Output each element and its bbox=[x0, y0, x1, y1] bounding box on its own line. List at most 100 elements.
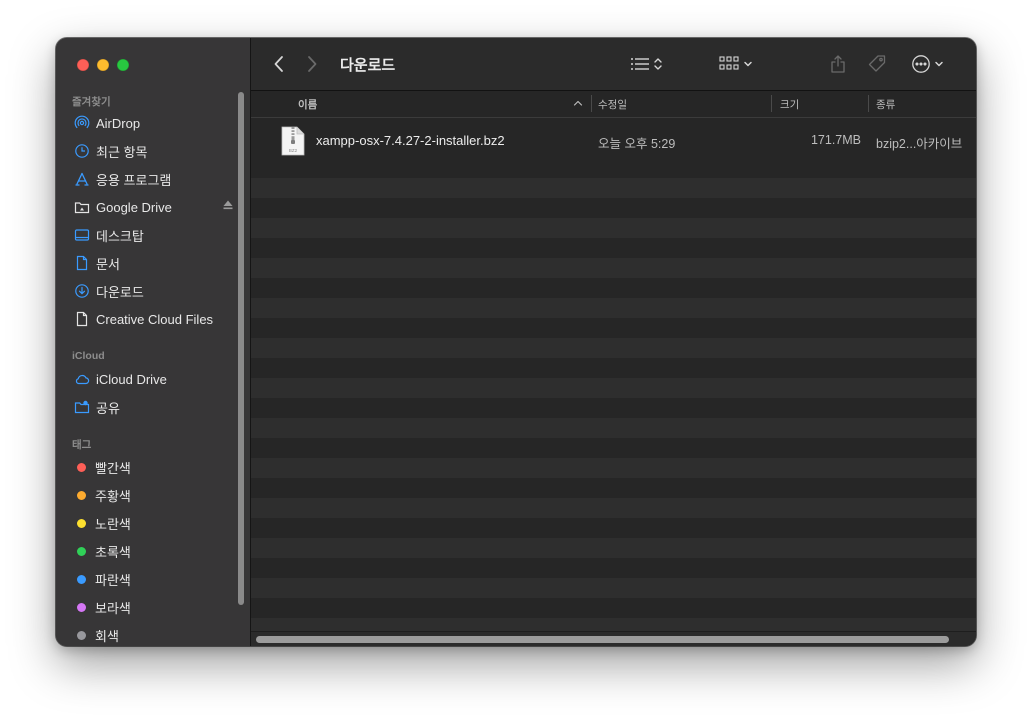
chevron-right-icon bbox=[308, 56, 317, 72]
file-icon bbox=[74, 311, 90, 327]
list-view-icon bbox=[631, 58, 649, 70]
tag-color-dot bbox=[77, 546, 86, 556]
clock-icon bbox=[74, 143, 90, 159]
tag-gray[interactable]: 회색 bbox=[74, 624, 234, 646]
table-row[interactable]: BZ2 xampp-osx-7.4.27-2-installer.bz2 오늘 … bbox=[251, 118, 976, 162]
sidebar-item-label: 응용 프로그램 bbox=[96, 172, 172, 188]
column-divider[interactable] bbox=[868, 95, 869, 112]
drive-folder-icon bbox=[74, 199, 90, 215]
finder-window: 즐겨찾기 AirDrop 최근 항목 응용 프로그램 Google Drive … bbox=[56, 38, 976, 646]
tag-blue[interactable]: 파란색 bbox=[74, 568, 234, 590]
toolbar: 다운로드 bbox=[251, 38, 976, 91]
sidebar-item-downloads[interactable]: 다운로드 bbox=[74, 280, 234, 302]
sidebar-item-label: 보라색 bbox=[95, 600, 131, 616]
file-list[interactable]: BZ2 xampp-osx-7.4.27-2-installer.bz2 오늘 … bbox=[251, 118, 976, 646]
sidebar-item-label: 주황색 bbox=[95, 488, 131, 504]
sidebar-item-google-drive[interactable]: Google Drive bbox=[74, 196, 234, 218]
zoom-window-button[interactable] bbox=[117, 59, 129, 71]
close-window-button[interactable] bbox=[77, 59, 89, 71]
sidebar-item-label: iCloud Drive bbox=[96, 371, 167, 387]
sidebar-item-label: Creative Cloud Files bbox=[96, 311, 214, 327]
window-controls bbox=[77, 59, 129, 71]
tag-purple[interactable]: 보라색 bbox=[74, 596, 234, 618]
tag-yellow[interactable]: 노란색 bbox=[74, 512, 234, 534]
share-button[interactable] bbox=[828, 52, 848, 76]
applications-icon bbox=[74, 171, 90, 187]
group-button[interactable] bbox=[717, 53, 755, 75]
main-content: 다운로드 이름 수정일 크기 종류 BZ2 xampp-osx-7.4.27-2… bbox=[251, 38, 976, 646]
tag-color-dot bbox=[77, 462, 86, 472]
chevron-left-icon bbox=[274, 56, 283, 72]
column-divider[interactable] bbox=[771, 95, 772, 112]
column-name-header[interactable]: 이름 bbox=[298, 97, 317, 112]
sidebar-item-airdrop[interactable]: AirDrop bbox=[74, 112, 234, 134]
file-name: xampp-osx-7.4.27-2-installer.bz2 bbox=[316, 133, 505, 148]
tag-color-dot bbox=[77, 630, 86, 640]
shared-folder-icon bbox=[74, 399, 90, 415]
file-size: 171.7MB bbox=[810, 133, 861, 147]
tag-button[interactable] bbox=[865, 52, 889, 76]
tag-color-dot bbox=[77, 490, 86, 500]
tag-color-dot bbox=[77, 518, 86, 528]
tag-icon bbox=[868, 55, 886, 72]
sidebar-item-label: 최근 항목 bbox=[96, 144, 148, 160]
column-kind-header[interactable]: 종류 bbox=[876, 97, 895, 112]
eject-icon[interactable] bbox=[222, 199, 234, 214]
sidebar-item-desktop[interactable]: 데스크탑 bbox=[74, 224, 234, 246]
up-down-chevron-icon bbox=[654, 58, 662, 70]
sidebar-list[interactable]: 즐겨찾기 AirDrop 최근 항목 응용 프로그램 Google Drive … bbox=[56, 88, 250, 646]
tags-section-title: 태그 bbox=[72, 439, 92, 451]
svg-text:BZ2: BZ2 bbox=[289, 148, 298, 153]
desktop-icon bbox=[74, 227, 90, 243]
sidebar-item-label: 노란색 bbox=[95, 516, 131, 532]
sidebar-item-label: 파란색 bbox=[95, 572, 131, 588]
ellipsis-circle-icon bbox=[911, 55, 930, 73]
tag-red[interactable]: 빨간색 bbox=[74, 456, 234, 478]
more-actions-button[interactable] bbox=[907, 52, 947, 76]
column-size-header[interactable]: 크기 bbox=[780, 97, 799, 112]
sidebar-item-label: 문서 bbox=[96, 256, 120, 272]
icloud-section-title: iCloud bbox=[72, 350, 105, 362]
tag-color-dot bbox=[77, 574, 86, 584]
favorites-section-title: 즐겨찾기 bbox=[72, 96, 111, 108]
sidebar: 즐겨찾기 AirDrop 최근 항목 응용 프로그램 Google Drive … bbox=[56, 38, 251, 646]
horizontal-scroll-thumb[interactable] bbox=[256, 636, 949, 643]
row-stripes bbox=[251, 118, 976, 646]
chevron-down-icon bbox=[934, 61, 943, 67]
chevron-down-icon bbox=[744, 61, 752, 67]
sidebar-item-applications[interactable]: 응용 프로그램 bbox=[74, 168, 234, 190]
tag-color-dot bbox=[77, 602, 86, 612]
document-icon bbox=[74, 255, 90, 271]
sort-ascending-icon[interactable] bbox=[573, 98, 583, 110]
column-date-header[interactable]: 수정일 bbox=[598, 97, 627, 112]
sidebar-item-label: 데스크탑 bbox=[96, 228, 144, 244]
sidebar-item-label: 초록색 bbox=[95, 544, 131, 560]
sidebar-item-recents[interactable]: 최근 항목 bbox=[74, 140, 234, 162]
grid-group-icon bbox=[719, 56, 739, 70]
sidebar-item-creative-cloud[interactable]: Creative Cloud Files bbox=[74, 308, 234, 330]
bz2-file-icon: BZ2 bbox=[281, 126, 305, 161]
column-header: 이름 수정일 크기 종류 bbox=[251, 91, 976, 118]
cloud-icon bbox=[74, 371, 90, 387]
sidebar-item-shared[interactable]: 공유 bbox=[74, 396, 234, 418]
sidebar-item-label: Google Drive bbox=[96, 199, 172, 215]
forward-button[interactable] bbox=[304, 54, 320, 74]
sidebar-item-documents[interactable]: 문서 bbox=[74, 252, 234, 274]
view-mode-button[interactable] bbox=[627, 53, 667, 75]
sidebar-item-label: AirDrop bbox=[96, 115, 141, 131]
airdrop-icon bbox=[74, 115, 90, 131]
sidebar-scrollbar[interactable] bbox=[238, 92, 244, 605]
sidebar-item-label: 빨간색 bbox=[95, 460, 131, 476]
minimize-window-button[interactable] bbox=[97, 59, 109, 71]
tag-orange[interactable]: 주황색 bbox=[74, 484, 234, 506]
download-icon bbox=[74, 283, 90, 299]
file-kind: bzip2...아카이브 bbox=[876, 137, 963, 151]
column-divider[interactable] bbox=[591, 95, 592, 112]
file-modified-date: 오늘 오후 5:29 bbox=[598, 137, 676, 151]
horizontal-scrollbar[interactable] bbox=[251, 631, 976, 646]
tag-green[interactable]: 초록색 bbox=[74, 540, 234, 562]
share-icon bbox=[831, 55, 845, 73]
sidebar-item-icloud-drive[interactable]: iCloud Drive bbox=[74, 368, 234, 390]
window-title: 다운로드 bbox=[340, 57, 396, 74]
back-button[interactable] bbox=[271, 54, 287, 74]
